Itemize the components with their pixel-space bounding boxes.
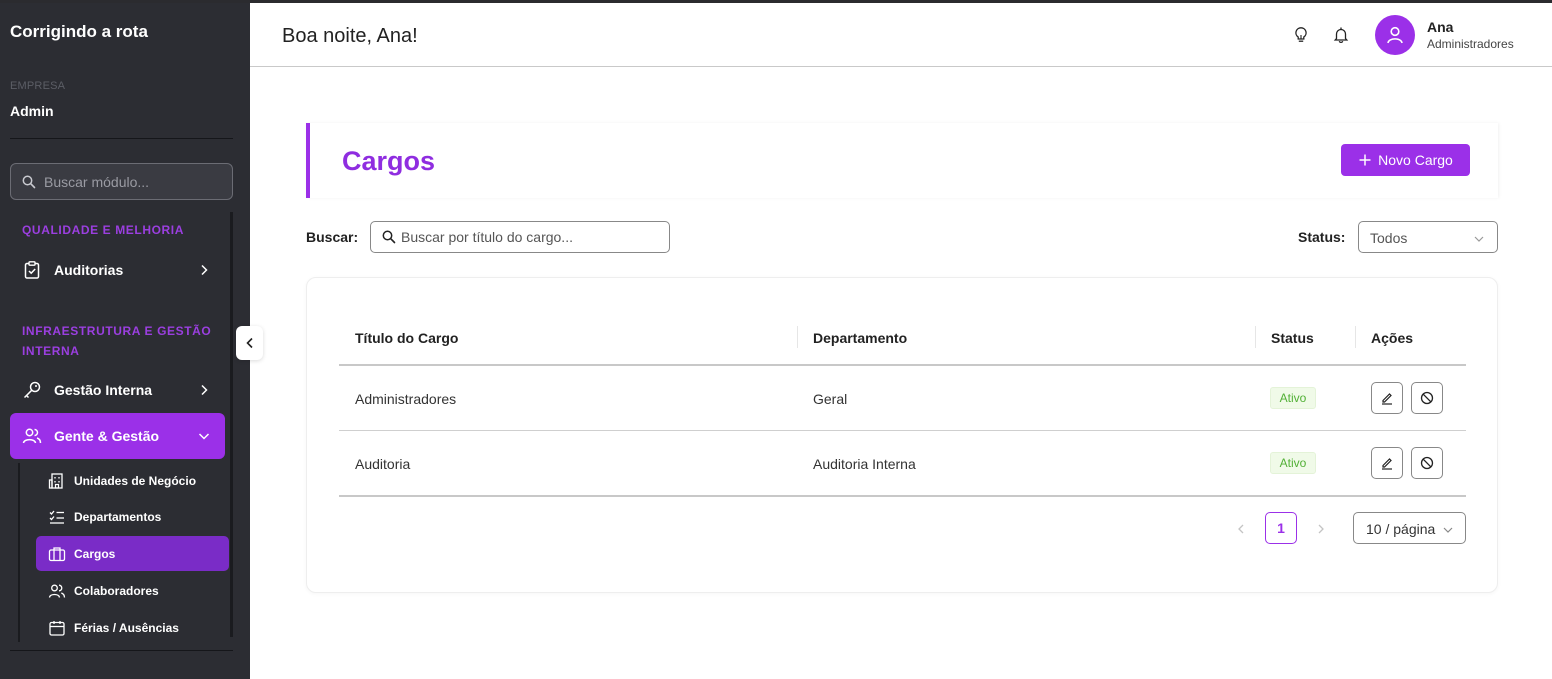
status-badge: Ativo — [1270, 387, 1316, 409]
collapse-sidebar-button[interactable] — [236, 326, 263, 360]
sidebar-subitem-ferias[interactable]: Férias / Ausências — [36, 610, 229, 645]
calendar-icon — [48, 619, 66, 637]
block-icon — [1420, 456, 1434, 470]
module-search[interactable] — [10, 163, 233, 200]
sidebar-item-gente-gestao[interactable]: Gente & Gestão — [10, 413, 225, 459]
user-icon — [1385, 25, 1405, 45]
briefcase-icon — [48, 545, 66, 563]
sidebar-item-label: Gente & Gestão — [54, 428, 160, 444]
column-separator — [1355, 326, 1356, 348]
cell-titulo: Administradores — [355, 391, 457, 407]
table-row-divider — [339, 430, 1466, 431]
search-label: Buscar: — [306, 229, 359, 245]
sidebar-subitem-label: Departamentos — [74, 509, 162, 524]
clipboard-check-icon — [22, 260, 42, 280]
cargos-table-card: Título do Cargo Departamento Status Açõe… — [306, 277, 1498, 593]
pencil-icon — [1380, 456, 1394, 470]
column-separator — [797, 326, 798, 348]
bell-icon[interactable] — [1332, 26, 1350, 44]
sidebar-divider — [10, 650, 233, 651]
sidebar-item-auditorias[interactable]: Auditorias — [10, 247, 225, 293]
chevron-down-icon — [1473, 232, 1485, 244]
chevron-right-icon — [197, 383, 211, 397]
status-filter-value: Todos — [1370, 230, 1408, 246]
section-title-infra: INFRAESTRUTURA E GESTÃO INTERNA — [22, 324, 212, 358]
column-separator — [1255, 326, 1256, 348]
sidebar: Corrigindo a rota EMPRESA Admin QUALIDAD… — [0, 0, 250, 679]
column-header-acoes: Ações — [1371, 330, 1414, 346]
cargo-search-input[interactable] — [401, 222, 661, 252]
column-header-status: Status — [1271, 330, 1314, 346]
cargo-search[interactable] — [370, 221, 670, 253]
sidebar-item-gestao-interna[interactable]: Gestão Interna — [10, 367, 225, 413]
section-title-quality: QUALIDADE E MELHORIA — [22, 223, 184, 237]
deactivate-button[interactable] — [1411, 382, 1443, 414]
key-icon — [22, 380, 42, 400]
module-search-input[interactable] — [44, 164, 229, 199]
cell-departamento: Auditoria Interna — [813, 456, 916, 472]
window-top-strip — [0, 0, 1552, 3]
brand-title: Corrigindo a rota — [10, 22, 148, 41]
deactivate-button[interactable] — [1411, 447, 1443, 479]
sidebar-subitem-label: Unidades de Negócio — [74, 473, 197, 488]
sidebar-scrollbar[interactable] — [230, 212, 233, 637]
search-icon — [382, 230, 396, 244]
plus-icon — [1358, 153, 1372, 167]
edit-button[interactable] — [1371, 382, 1403, 414]
users-icon — [22, 426, 42, 446]
sidebar-subitem-label: Cargos — [74, 546, 116, 561]
sidebar-item-label: Auditorias — [54, 262, 124, 278]
table-bottom-border — [339, 495, 1466, 497]
cell-departamento: Geral — [813, 391, 848, 407]
page-size-value: 10 / página — [1366, 521, 1436, 537]
sidebar-subitem-label: Férias / Ausências — [74, 620, 179, 635]
new-cargo-button[interactable]: Novo Cargo — [1341, 144, 1470, 176]
checklist-icon — [48, 508, 66, 526]
chevron-left-icon — [243, 336, 257, 350]
company-label: EMPRESA — [10, 80, 66, 92]
table-header-border — [339, 364, 1466, 366]
cell-titulo: Auditoria — [355, 456, 411, 472]
sidebar-divider — [10, 138, 233, 139]
page-size-select[interactable]: 10 / página — [1353, 512, 1466, 544]
user-name: Ana — [1427, 19, 1454, 35]
next-page-icon[interactable] — [1315, 522, 1327, 536]
greeting-text: Boa noite, Ana! — [282, 25, 418, 47]
lightbulb-icon[interactable] — [1292, 26, 1310, 44]
sidebar-subitem-label: Colaboradores — [74, 583, 159, 598]
chevron-down-icon — [197, 429, 211, 443]
column-header-titulo: Título do Cargo — [355, 330, 459, 346]
block-icon — [1420, 391, 1434, 405]
sidebar-subitem-unidades[interactable]: Unidades de Negócio — [36, 463, 229, 498]
sidebar-item-label: Gestão Interna — [54, 382, 153, 398]
column-header-departamento: Departamento — [813, 330, 908, 346]
status-badge: Ativo — [1270, 452, 1316, 474]
page-header-card: Cargos Novo Cargo — [306, 123, 1498, 198]
edit-button[interactable] — [1371, 447, 1403, 479]
search-icon — [22, 175, 36, 189]
sidebar-subitem-cargos[interactable]: Cargos — [36, 536, 229, 571]
prev-page-icon[interactable] — [1235, 522, 1247, 536]
top-header: Boa noite, Ana! Ana Administradores — [250, 3, 1552, 67]
avatar[interactable] — [1375, 15, 1415, 55]
user-role: Administradores — [1427, 37, 1514, 51]
company-value: Admin — [10, 103, 54, 119]
page-number-button[interactable]: 1 — [1265, 512, 1297, 544]
new-cargo-label: Novo Cargo — [1378, 152, 1453, 168]
sidebar-subitem-colaboradores[interactable]: Colaboradores — [36, 573, 229, 608]
status-label: Status: — [1298, 229, 1346, 245]
building-icon — [48, 472, 66, 490]
chevron-down-icon — [1442, 523, 1454, 535]
sidebar-subitem-departamentos[interactable]: Departamentos — [36, 499, 229, 534]
page-title: Cargos — [342, 146, 436, 176]
submenu-guide-line — [18, 463, 20, 642]
users-icon — [48, 582, 66, 600]
chevron-right-icon — [197, 263, 211, 277]
pencil-icon — [1380, 391, 1394, 405]
status-filter-select[interactable]: Todos — [1358, 221, 1498, 253]
